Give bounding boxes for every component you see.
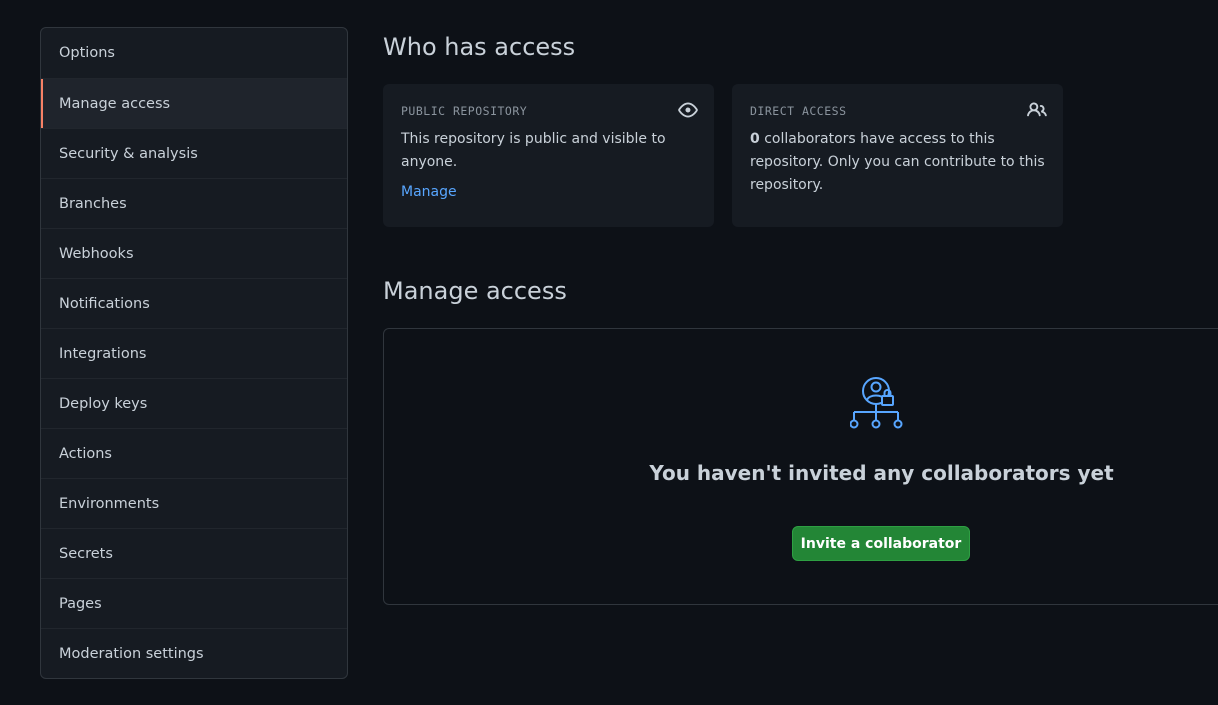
person-lock-icon [850, 377, 903, 429]
invite-collaborator-button[interactable]: Invite a collaborator [792, 526, 970, 561]
sidebar-item-webhooks[interactable]: Webhooks [41, 228, 347, 278]
direct-access-card: DIRECT ACCESS 0 collaborators have acces… [732, 84, 1063, 227]
direct-access-label: DIRECT ACCESS [750, 104, 847, 118]
public-repository-label: PUBLIC REPOSITORY [401, 104, 528, 118]
who-has-access-title: Who has access [383, 33, 576, 61]
sidebar-item-options[interactable]: Options [41, 28, 347, 78]
direct-access-description: 0 collaborators have access to this repo… [750, 128, 1045, 197]
collaborator-count: 0 [750, 131, 760, 147]
manage-access-title: Manage access [383, 277, 567, 305]
sidebar-item-environments[interactable]: Environments [41, 478, 347, 528]
direct-access-text: collaborators have access to this reposi… [750, 131, 1045, 193]
sidebar-item-actions[interactable]: Actions [41, 428, 347, 478]
manage-visibility-link[interactable]: Manage [401, 184, 457, 200]
sidebar-item-integrations[interactable]: Integrations [41, 328, 347, 378]
public-repository-card: PUBLIC REPOSITORY This repository is pub… [383, 84, 714, 227]
sidebar-item-branches[interactable]: Branches [41, 178, 347, 228]
sidebar-item-moderation-settings[interactable]: Moderation settings [41, 628, 347, 678]
collaborators-empty-state: You haven't invited any collaborators ye… [383, 328, 1218, 605]
sidebar-item-pages[interactable]: Pages [41, 578, 347, 628]
settings-sidebar: Options Manage access Security & analysi… [40, 27, 348, 679]
sidebar-item-deploy-keys[interactable]: Deploy keys [41, 378, 347, 428]
empty-state-title: You haven't invited any collaborators ye… [649, 461, 1114, 485]
sidebar-item-notifications[interactable]: Notifications [41, 278, 347, 328]
eye-icon [678, 102, 698, 118]
public-repository-description: This repository is public and visible to… [401, 131, 666, 170]
people-icon [1027, 102, 1047, 117]
sidebar-item-security-analysis[interactable]: Security & analysis [41, 128, 347, 178]
sidebar-item-secrets[interactable]: Secrets [41, 528, 347, 578]
sidebar-item-manage-access[interactable]: Manage access [41, 78, 347, 128]
